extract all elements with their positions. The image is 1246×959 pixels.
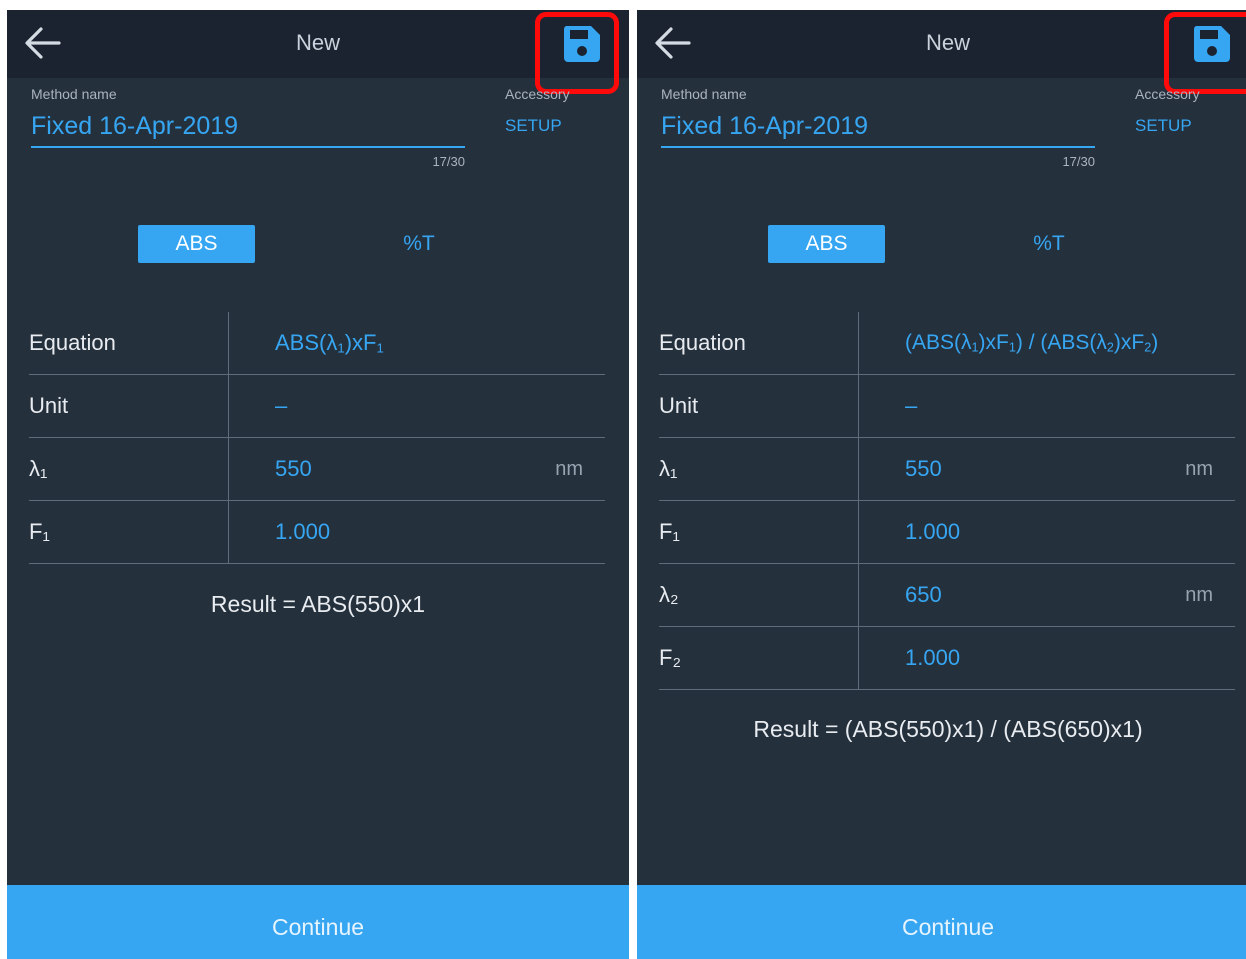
accessory-label: Accessory (1135, 86, 1200, 102)
phone-screen-single-wavelength: New Method name Fixed 16-Apr-2019 17/30 … (7, 10, 629, 959)
setup-link[interactable]: SETUP (1135, 116, 1192, 136)
f2-label: F₂ (659, 645, 681, 670)
f1-label: F₁ (659, 519, 680, 544)
lambda1-label: λ₁ (29, 456, 48, 481)
unit-label: Unit (659, 393, 699, 418)
f1-row[interactable]: F₁ 1.000 (659, 501, 1235, 564)
equation-label: Equation (29, 330, 116, 355)
unit-row[interactable]: Unit – (29, 375, 605, 438)
top-bar: New (637, 10, 1246, 78)
abs-mode-button[interactable]: ABS (138, 225, 255, 263)
lambda1-unit: nm (1185, 458, 1213, 480)
unit-row[interactable]: Unit – (659, 375, 1235, 438)
continue-button[interactable]: Continue (7, 885, 629, 959)
f1-value: 1.000 (275, 519, 331, 544)
f1-value: 1.000 (905, 519, 961, 544)
parameter-table: Equation ABS(λ1)xF1 Unit – λ₁ 550 nm F₁ … (29, 312, 605, 564)
save-highlight-box (1164, 12, 1246, 94)
lambda1-unit: nm (555, 458, 583, 480)
f1-row[interactable]: F₁ 1.000 (29, 501, 605, 564)
lambda1-row[interactable]: λ₁ 550 nm (659, 438, 1235, 501)
equation-row: Equation ABS(λ1)xF1 (29, 312, 605, 375)
equation-value: ABS(λ1)xF1 (275, 330, 384, 356)
method-name-input[interactable]: Fixed 16-Apr-2019 (661, 110, 1095, 148)
equation-value: (ABS(λ1)xF1) / (ABS(λ2)xF2) (905, 331, 1159, 355)
transmittance-mode-button[interactable]: %T (1009, 225, 1089, 263)
f2-row[interactable]: F₂ 1.000 (659, 627, 1235, 690)
phone-screen-ratio: New Method name Fixed 16-Apr-2019 17/30 … (637, 10, 1246, 959)
lambda2-unit: nm (1185, 584, 1213, 606)
unit-value: – (275, 393, 288, 418)
result-formula: Result = ABS(550)x1 (210, 591, 426, 617)
method-name-label: Method name (31, 86, 117, 102)
lambda1-value: 550 (275, 456, 312, 481)
lambda1-value: 550 (905, 456, 942, 481)
method-name-label: Method name (661, 86, 747, 102)
unit-label: Unit (29, 393, 69, 418)
method-name-input[interactable]: Fixed 16-Apr-2019 (31, 110, 465, 148)
lambda1-row[interactable]: λ₁ 550 nm (29, 438, 605, 501)
f2-value: 1.000 (905, 645, 961, 670)
abs-mode-button[interactable]: ABS (768, 225, 885, 263)
lambda2-value: 650 (905, 582, 942, 607)
save-highlight-box (535, 12, 619, 94)
lambda2-label: λ₂ (659, 582, 679, 607)
result-formula: Result = (ABS(550)x1) / (ABS(650)x1) (753, 716, 1143, 742)
char-count: 17/30 (1062, 154, 1095, 169)
continue-button[interactable]: Continue (637, 885, 1246, 959)
unit-value: – (905, 393, 918, 418)
lambda2-row[interactable]: λ₂ 650 nm (659, 564, 1235, 627)
char-count: 17/30 (432, 154, 465, 169)
equation-label: Equation (659, 330, 746, 355)
accessory-label: Accessory (505, 86, 570, 102)
equation-row: Equation (ABS(λ1)xF1) / (ABS(λ2)xF2) (659, 312, 1235, 375)
setup-link[interactable]: SETUP (505, 116, 562, 136)
parameter-table: Equation (ABS(λ1)xF1) / (ABS(λ2)xF2) Uni… (659, 312, 1235, 690)
transmittance-mode-button[interactable]: %T (379, 225, 459, 263)
lambda1-label: λ₁ (659, 456, 678, 481)
page-title: New (925, 30, 970, 55)
f1-label: F₁ (29, 519, 50, 544)
